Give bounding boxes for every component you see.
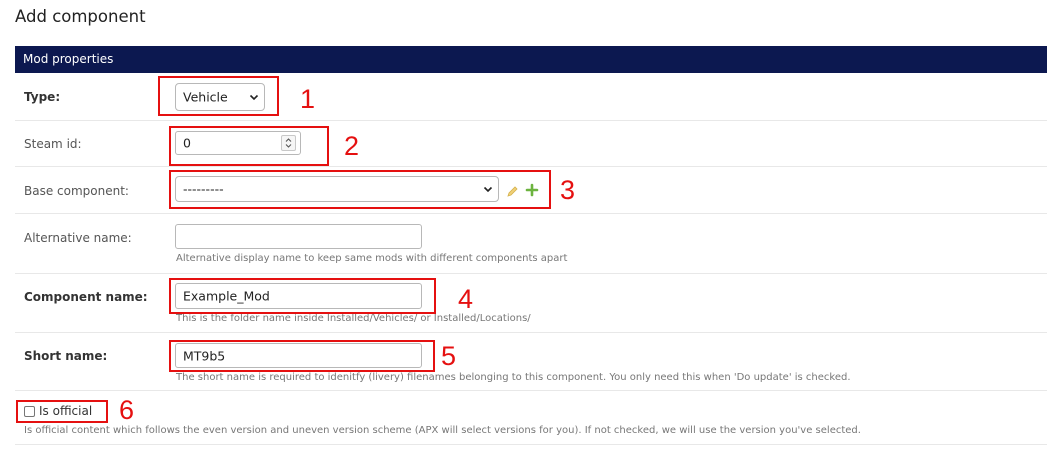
annotation-box-5 [169,340,435,372]
annotation-number-2: 2 [344,131,360,161]
form-row-alternative-name: Alternative name: Alternative display na… [15,214,1047,274]
is-official-help: Is official content which follows the ev… [24,425,861,436]
component-name-help: This is the folder name inside Installed… [176,313,531,324]
annotation-box-1 [158,76,279,116]
annotation-number-1: 1 [300,84,316,114]
annotation-number-6: 6 [119,395,135,425]
base-component-label: Base component: [24,184,129,198]
annotation-number-4: 4 [458,284,474,314]
page-title: Add component [15,7,146,26]
annotation-number-5: 5 [441,341,457,371]
form-row-is-official: Is official Is official content which fo… [15,391,1047,445]
annotation-box-3 [169,170,551,209]
annotation-box-6 [16,400,108,423]
annotation-box-4 [169,278,436,314]
annotation-number-3: 3 [560,175,576,205]
section-header-mod-properties: Mod properties [15,46,1047,73]
steam-id-label: Steam id: [24,137,82,151]
type-label: Type: [24,90,61,104]
alternative-name-help: Alternative display name to keep same mo… [176,253,568,264]
component-name-label: Component name: [24,290,148,304]
annotation-box-2 [169,126,329,166]
alternative-name-input[interactable] [175,224,422,249]
short-name-label: Short name: [24,349,108,363]
alternative-name-label: Alternative name: [24,231,132,245]
short-name-help: The short name is required to idenitfy (… [176,372,851,383]
